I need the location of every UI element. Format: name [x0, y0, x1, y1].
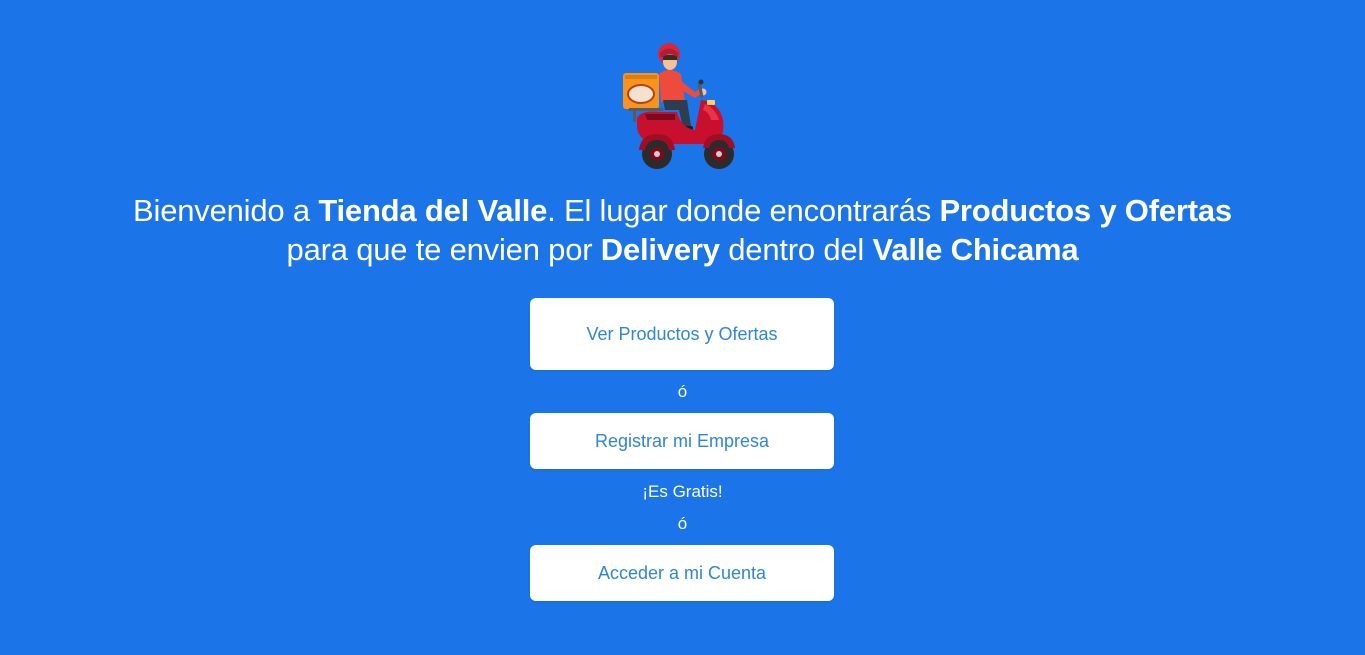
- view-products-label: Ver Productos y Ofertas: [586, 324, 778, 344]
- headline-line2-middle: dentro del: [719, 232, 873, 267]
- view-products-button[interactable]: Ver Productos y Ofertas: [530, 298, 834, 370]
- login-button[interactable]: Acceder a mi Cuenta: [530, 545, 834, 601]
- register-business-button[interactable]: Registrar mi Empresa: [530, 413, 834, 469]
- separator-or: ó: [677, 514, 688, 533]
- products-offers-highlight: Productos y Ofertas: [939, 193, 1232, 228]
- headline-middle: . El lugar donde encontrarás: [547, 193, 940, 228]
- welcome-headline: Bienvenido a Tienda del Valle. El lugar …: [0, 191, 1365, 269]
- delivery-scooter-icon: [611, 40, 747, 176]
- separator-or: ó: [677, 382, 688, 401]
- headline-line2-prefix: para que te envien por: [286, 232, 601, 267]
- region-highlight: Valle Chicama: [872, 232, 1079, 267]
- welcome-page: Bienvenido a Tienda del Valle. El lugar …: [0, 0, 1365, 655]
- login-label: Acceder a mi Cuenta: [597, 562, 767, 583]
- free-note: ¡Es Gratis!: [642, 482, 723, 501]
- register-business-label: Registrar mi Empresa: [594, 430, 770, 451]
- delivery-highlight: Delivery: [600, 232, 720, 267]
- store-name: Tienda del Valle: [318, 193, 548, 228]
- headline-prefix: Bienvenido a: [133, 193, 319, 228]
